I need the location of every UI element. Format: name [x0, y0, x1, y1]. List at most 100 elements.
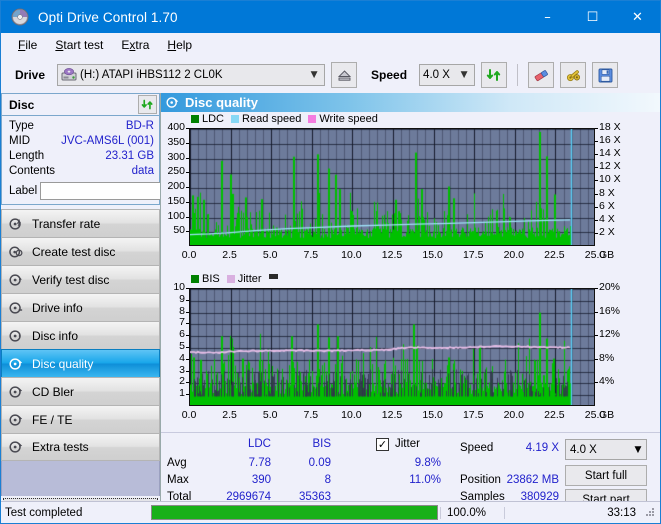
test-speed-select[interactable]: 4.0 X ▼ [565, 439, 647, 460]
sidebar-item-drive-info[interactable]: Drive info [1, 293, 160, 321]
menu-file[interactable]: File [9, 35, 46, 55]
status-bar: Test completed 100.0% 33:13 [1, 501, 660, 523]
disc-create-icon [8, 244, 24, 260]
tick-mark [186, 231, 189, 232]
stats-speed-value: 4.19 X [525, 442, 559, 454]
legend-label-read-speed: Read speed [242, 113, 302, 125]
sidebar-item-cd-bler[interactable]: CD Bler [1, 377, 160, 405]
erase-button[interactable] [528, 62, 555, 88]
start-full-button[interactable]: Start full [565, 465, 647, 486]
stats-ldc-avg: 7.78 [248, 457, 271, 469]
bis-plot-area[interactable] [189, 288, 595, 406]
refresh-button[interactable] [481, 62, 508, 88]
tick-mark [595, 312, 598, 313]
tick-mark [595, 207, 598, 208]
legend-swatch-read-speed [231, 115, 240, 123]
eject-button[interactable] [331, 62, 358, 88]
chevron-down-icon: ▼ [634, 444, 642, 455]
tick-mark [186, 335, 189, 336]
stats-position-value: 23862 MB [506, 474, 559, 486]
sidebar-label-extra-tests: Extra tests [32, 440, 89, 454]
stats-bis-avg: 0.09 [308, 457, 331, 469]
ax1-xtick: 10.0 [341, 249, 362, 261]
menu-help[interactable]: Help [158, 35, 201, 55]
menu-help-rest: elp [176, 38, 193, 52]
legend-swatch-ldc [191, 115, 199, 123]
ax2-ytick: 7 [179, 316, 185, 329]
ax1-y2tick: 12 X [599, 160, 621, 173]
stats-jitter-avg: 9.8% [414, 457, 441, 469]
tools-button[interactable] [560, 62, 587, 88]
legend-write-speed: Write speed [308, 113, 378, 125]
disc-quality-icon [8, 356, 24, 372]
menu-extra[interactable]: Extra [112, 35, 158, 55]
tick-mark [595, 128, 598, 129]
sidebar-label-drive-info: Drive info [32, 300, 83, 315]
legend-label-ldc: LDC [202, 113, 225, 125]
speed-select[interactable]: 4.0 X ▼ [419, 64, 476, 86]
ldc-plot-area[interactable] [189, 128, 595, 246]
ax2-xtick: 15.0 [422, 409, 443, 421]
disc-key-length: Length [9, 150, 45, 162]
bis-chart: BIS Jitter 1 2 3 4 5 6 7 8 9 10 4% 8% 12% 16% 20% 0.0 2.… [161, 272, 660, 432]
disc-box-title: Disc [9, 97, 35, 112]
elapsed-time: 33:13 [504, 506, 644, 519]
stats-jitter-max: 11.0% [409, 474, 441, 486]
window-title: Opti Drive Control 1.70 [38, 9, 178, 25]
ax1-ytick: 400 [167, 121, 185, 133]
tick-mark [186, 347, 189, 348]
tick-mark [186, 312, 189, 313]
disc-value-mid: JVC-AMS6L (001) [61, 135, 154, 147]
sidebar-item-extra-tests[interactable]: Extra tests [1, 433, 160, 461]
sidebar-item-disc-info[interactable]: Disc info [1, 321, 160, 349]
resize-grip[interactable] [644, 506, 658, 520]
panel-header: Disc quality [161, 93, 660, 112]
ax2-ytick: 1 [179, 387, 185, 400]
ax1-y2tick: 6 X [599, 199, 615, 212]
ax1-xtick: 2.5 [222, 249, 237, 261]
ax1-ytick: 150 [167, 194, 185, 207]
menu-start-test[interactable]: Start test [46, 35, 112, 55]
ax1-y2tick: 8 X [599, 186, 615, 199]
ax2-y2tick: 12% [599, 328, 621, 341]
disc-fete-icon [8, 412, 24, 428]
jitter-checkbox[interactable]: ✓ [376, 438, 389, 451]
legend-read-speed: Read speed [231, 113, 301, 125]
speed-value: 4.0 X [423, 69, 450, 81]
drive-select[interactable]: (H:) ATAPI iHBS112 2 CL0K ▼ [57, 64, 326, 86]
right-panel: Disc quality LDC Read speed Write speed [160, 93, 660, 523]
toolbar: Drive (H:) ATAPI iHBS112 2 CL0K ▼ Speed [1, 57, 660, 93]
disc-info-icon [8, 328, 24, 344]
menu-start-test-rest: tart test [63, 38, 104, 52]
tick-mark [186, 172, 189, 173]
sidebar-label-fe-te: FE / TE [32, 412, 73, 427]
left-spacer [1, 461, 160, 496]
disc-drive-icon [8, 300, 24, 316]
toolbar-separator [517, 64, 519, 86]
minimize-button[interactable]: – [525, 1, 570, 33]
disc-key-type: Type [9, 120, 34, 132]
sidebar-item-transfer-rate[interactable]: Transfer rate [1, 209, 160, 237]
ax2-xtick: 10.0 [341, 409, 362, 421]
tick-mark [595, 288, 598, 289]
ldc-chart: LDC Read speed Write speed 50 100 150 200 25… [161, 112, 660, 272]
ax2-xunit: GB [599, 409, 615, 421]
disc-refresh-button[interactable] [138, 95, 157, 114]
sidebar-item-verify-test-disc[interactable]: Verify test disc [1, 265, 160, 293]
sidebar-item-disc-quality[interactable]: Disc quality [1, 349, 160, 377]
ax1-ytick: 350 [167, 135, 185, 148]
tick-mark [595, 382, 598, 383]
status-text: Test completed [5, 506, 83, 519]
sidebar-item-fe-te[interactable]: FE / TE [1, 405, 160, 433]
save-button[interactable] [592, 62, 619, 88]
sidebar-item-create-test-disc[interactable]: Create test disc [1, 237, 160, 265]
disc-properties: Type BD-R MID JVC-AMS6L (001) Length 23.… [2, 116, 210, 204]
stats-col-ldc: LDC [247, 438, 271, 450]
maximize-button[interactable]: ☐ [570, 1, 615, 33]
ax2-y2tick: 20% [599, 281, 621, 293]
ax2-xtick: 12.5 [381, 409, 403, 421]
close-button[interactable]: ✕ [615, 1, 660, 33]
ax2-ytick: 9 [179, 292, 185, 305]
disc-row-contents: Contents data [9, 164, 154, 179]
ax2-ytick: 4 [179, 351, 185, 364]
